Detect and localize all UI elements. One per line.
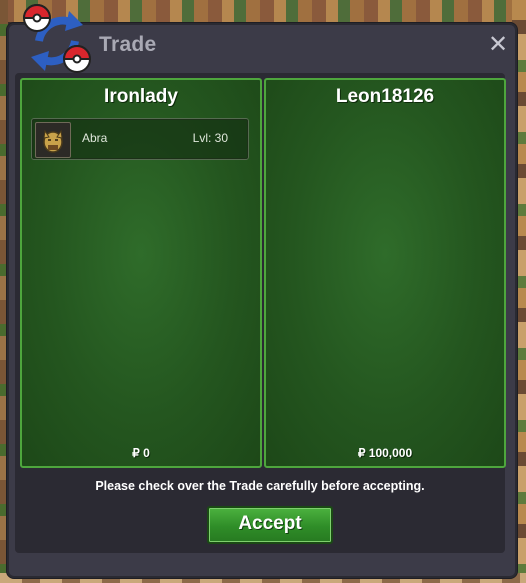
player-name-left: Ironlady bbox=[104, 86, 178, 107]
pokeball-swap-icon bbox=[22, 4, 92, 73]
my-offer-panel: Ironlady Abra Lvl: 30 ₽ 0 bbox=[20, 78, 262, 468]
pokemon-level: Lvl: 30 bbox=[192, 131, 228, 145]
pokemon-name: Abra bbox=[82, 131, 108, 145]
trade-window: Trade ✕ Ironlady Abra Lvl: 30 ₽ 0 Leon18… bbox=[6, 4, 518, 579]
trade-notice: Please check over the Trade carefully be… bbox=[95, 479, 425, 493]
abra-sprite-icon bbox=[35, 122, 71, 158]
player-name-right: Leon18126 bbox=[335, 86, 435, 107]
close-button[interactable]: ✕ bbox=[487, 32, 509, 56]
offered-pokemon-slot[interactable]: Abra Lvl: 30 bbox=[31, 118, 249, 160]
accept-button[interactable]: Accept bbox=[207, 506, 333, 544]
window-title: Trade bbox=[99, 33, 157, 56]
money-amount-left: ₽ 0 bbox=[132, 446, 150, 460]
money-amount-right: ₽ 100,000 bbox=[357, 446, 413, 460]
trade-content: Ironlady Abra Lvl: 30 ₽ 0 Leon18126 ₽ 10… bbox=[15, 73, 506, 553]
partner-offer-panel: Leon18126 ₽ 100,000 bbox=[264, 78, 506, 468]
